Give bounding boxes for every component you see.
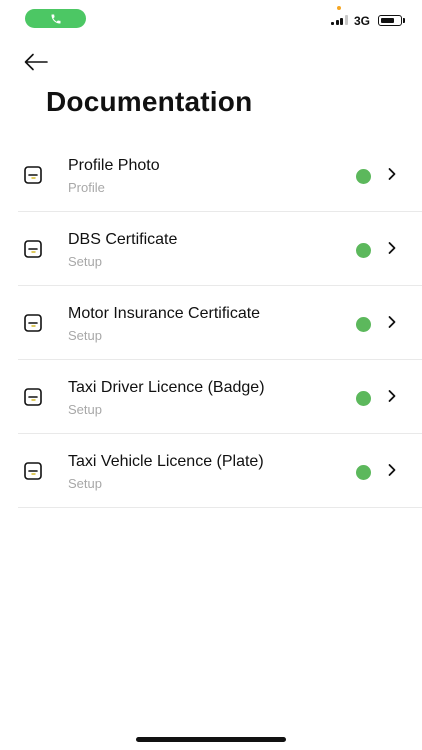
document-subtitle: Profile (68, 180, 105, 195)
chevron-right-icon (388, 242, 396, 254)
document-list: Profile Photo Profile DBS Certificate Se… (18, 138, 422, 508)
document-title: Profile Photo (68, 157, 160, 174)
document-icon (24, 314, 42, 332)
chevron-right-icon (388, 464, 396, 476)
document-row-profile-photo[interactable]: Profile Photo Profile (18, 138, 422, 212)
signal-strength-icon (331, 15, 348, 25)
document-title: Taxi Vehicle Licence (Plate) (68, 453, 264, 470)
chevron-right-icon (388, 316, 396, 328)
document-subtitle: Setup (68, 402, 102, 417)
document-title: DBS Certificate (68, 231, 178, 248)
page-title: Documentation (46, 86, 253, 117)
arrow-left-icon (24, 53, 48, 71)
document-icon (24, 388, 42, 406)
document-subtitle: Setup (68, 476, 102, 491)
document-subtitle: Setup (68, 328, 102, 343)
document-subtitle: Setup (68, 254, 102, 269)
status-dot (356, 317, 371, 332)
chevron-right-icon (388, 168, 396, 180)
back-button[interactable] (20, 48, 52, 76)
status-dot (356, 169, 371, 184)
battery-icon (378, 15, 402, 26)
status-dot (356, 465, 371, 480)
phone-icon (51, 14, 60, 23)
chevron-right-icon (388, 390, 396, 402)
status-bar: 3G (0, 0, 422, 40)
document-title: Taxi Driver Licence (Badge) (68, 379, 265, 396)
status-dot (356, 391, 371, 406)
document-row-motor-insurance-certificate[interactable]: Motor Insurance Certificate Setup (18, 286, 422, 360)
document-icon (24, 166, 42, 184)
home-indicator[interactable] (136, 737, 286, 742)
documentation-screen: 3G Documentation Profile Photo Profile D… (0, 0, 422, 750)
document-row-taxi-driver-licence[interactable]: Taxi Driver Licence (Badge) Setup (18, 360, 422, 434)
active-call-pill[interactable] (25, 9, 86, 28)
network-type: 3G (354, 14, 371, 28)
document-icon (24, 462, 42, 480)
battery-cap (403, 18, 405, 23)
document-row-taxi-vehicle-licence[interactable]: Taxi Vehicle Licence (Plate) Setup (18, 434, 422, 508)
document-icon (24, 240, 42, 258)
privacy-indicator (337, 6, 341, 10)
document-title: Motor Insurance Certificate (68, 305, 261, 322)
status-dot (356, 243, 371, 258)
document-row-dbs-certificate[interactable]: DBS Certificate Setup (18, 212, 422, 286)
